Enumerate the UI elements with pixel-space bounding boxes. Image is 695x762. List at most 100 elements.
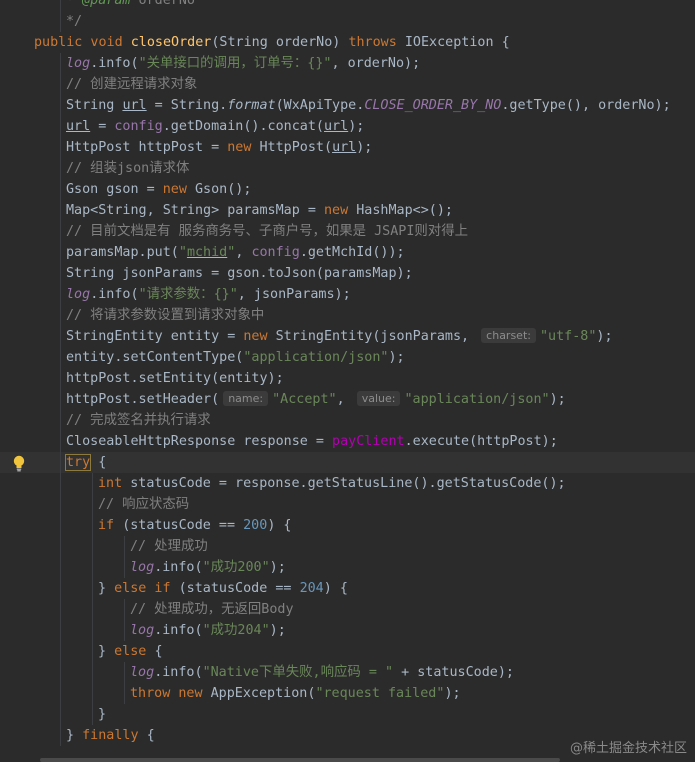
code-line[interactable]: // 处理成功 (0, 536, 695, 557)
indent-guide (60, 536, 61, 557)
code-line[interactable]: entity.setContentType("application/json"… (0, 347, 695, 368)
code-line[interactable]: throw new AppException("request failed")… (0, 683, 695, 704)
code-line[interactable]: } else if (statusCode == 204) { (0, 578, 695, 599)
code-line[interactable]: Map<String, String> paramsMap = new Hash… (0, 200, 695, 221)
code-token: .info( (154, 623, 203, 638)
code-line[interactable]: String jsonParams = gson.toJson(paramsMa… (0, 263, 695, 284)
code-token: // 处理成功，无返回Body (130, 602, 294, 617)
indent-guide (60, 410, 61, 431)
code-token: Gson(); (195, 182, 252, 197)
code-token: config (114, 119, 163, 134)
code-line[interactable]: String url = String.format(WxApiType.CLO… (0, 95, 695, 116)
indent-guide (60, 0, 61, 11)
code-token: (WxApiType. (275, 98, 365, 113)
code-line[interactable]: // 将请求参数设置到请求对象中 (0, 305, 695, 326)
code-line[interactable]: * @param orderNo (0, 0, 695, 11)
code-token: HttpPost httpPost = (66, 140, 228, 155)
code-line[interactable]: url = config.getDomain().concat(url); (0, 116, 695, 137)
code-line[interactable]: paramsMap.put("mchid", config.getMchId()… (0, 242, 695, 263)
code-token: entity.setContentType( (66, 350, 244, 365)
indent-guide (60, 704, 61, 725)
code-line[interactable]: // 处理成功，无返回Body (0, 599, 695, 620)
parameter-hint: value: (356, 391, 401, 406)
code-line[interactable]: } else { (0, 641, 695, 662)
code-line[interactable]: try { (0, 452, 695, 473)
horizontal-scrollbar[interactable] (40, 758, 560, 762)
code-token: { (90, 455, 107, 470)
code-line[interactable]: if (statusCode == 200) { (0, 515, 695, 536)
indent-guide (60, 515, 61, 536)
indent-guide (60, 347, 61, 368)
code-token: new (243, 329, 276, 344)
code-line[interactable]: // 响应状态码 (0, 494, 695, 515)
code-token: String jsonParams = gson.toJson(paramsMa… (66, 266, 413, 281)
code-token: // 将请求参数设置到请求对象中 (66, 308, 265, 323)
indent-guide (92, 641, 93, 662)
code-token: throws (348, 35, 405, 50)
indent-guide (92, 599, 93, 620)
code-token: try (64, 454, 92, 471)
code-token: // 处理成功 (130, 539, 208, 554)
code-editor[interactable]: * @param orderNo */ public void closeOrder… (0, 0, 695, 762)
code-token: ); (269, 623, 286, 638)
code-token: { (154, 644, 163, 659)
code-token: ) { (267, 518, 292, 533)
code-token: " (178, 245, 187, 260)
code-token: (String orderNo) (211, 35, 349, 50)
code-token: } (66, 728, 83, 743)
code-token: log (130, 665, 155, 680)
code-line[interactable]: // 目前文档是有 服务商务号、子商户号，如果是 JSAPI则对得上 (0, 221, 695, 242)
code-token: // 响应状态码 (98, 497, 190, 512)
indent-guide (124, 536, 125, 557)
lightbulb-icon[interactable] (12, 455, 26, 472)
code-token: .info( (154, 560, 203, 575)
indent-guide (60, 158, 61, 179)
code-line[interactable]: log.info("成功200"); (0, 557, 695, 578)
code-token: payClient (332, 434, 405, 449)
code-line[interactable]: public void closeOrder(String orderNo) t… (0, 32, 695, 53)
indent-guide (60, 116, 61, 137)
code-line[interactable]: */ (0, 11, 695, 32)
indent-guide (60, 263, 61, 284)
code-token: ); (444, 686, 461, 701)
indent-guide (60, 305, 61, 326)
indent-guide (60, 725, 61, 746)
code-token: "Native下单失败,响应码 = " (202, 665, 394, 680)
code-line[interactable]: // 创建远程请求对象 (0, 74, 695, 95)
code-line[interactable]: log.info("请求参数：{}", jsonParams); (0, 284, 695, 305)
code-token: StringEntity(jsonParams, (275, 329, 478, 344)
code-line[interactable]: HttpPost httpPost = new HttpPost(url); (0, 137, 695, 158)
code-line[interactable]: log.info("成功204"); (0, 620, 695, 641)
indent-guide (60, 389, 61, 410)
parameter-hint: charset: (481, 328, 536, 343)
code-token: { (146, 728, 155, 743)
code-line[interactable]: httpPost.setEntity(entity); (0, 368, 695, 389)
indent-guide (60, 11, 61, 32)
code-token: orderNo (130, 0, 195, 8)
code-line[interactable]: // 完成签名并执行请求 (0, 410, 695, 431)
code-line[interactable]: Gson gson = new Gson(); (0, 179, 695, 200)
indent-guide (92, 536, 93, 557)
code-token: "application/json" (243, 350, 389, 365)
indent-guide (92, 494, 93, 515)
code-line[interactable]: httpPost.setHeader(name: "Accept", value:… (0, 389, 695, 410)
indent-guide (60, 452, 61, 473)
code-token: // 创建远程请求对象 (66, 77, 198, 92)
code-token: ) { (323, 581, 348, 596)
code-line[interactable]: log.info("关单接口的调用，订单号：{}", orderNo); (0, 53, 695, 74)
code-token: ); (388, 350, 405, 365)
code-token: // 完成签名并执行请求 (66, 413, 211, 428)
code-line[interactable]: CloseableHttpResponse response = payClie… (0, 431, 695, 452)
watermark: @稀土掘金技术社区 (569, 741, 687, 756)
code-line[interactable]: // 组装json请求体 (0, 158, 695, 179)
indent-guide (92, 578, 93, 599)
code-token: statusCode = response.getStatusLine().ge… (130, 476, 566, 491)
indent-guide (92, 473, 93, 494)
code-line[interactable]: log.info("Native下单失败,响应码 = " + statusCod… (0, 662, 695, 683)
code-line[interactable]: } (0, 704, 695, 725)
code-line[interactable]: StringEntity entity = new StringEntity(j… (0, 326, 695, 347)
code-token: 200 (243, 518, 268, 533)
indent-guide (124, 620, 125, 641)
code-token: .info( (90, 56, 139, 71)
code-line[interactable]: int statusCode = response.getStatusLine(… (0, 473, 695, 494)
